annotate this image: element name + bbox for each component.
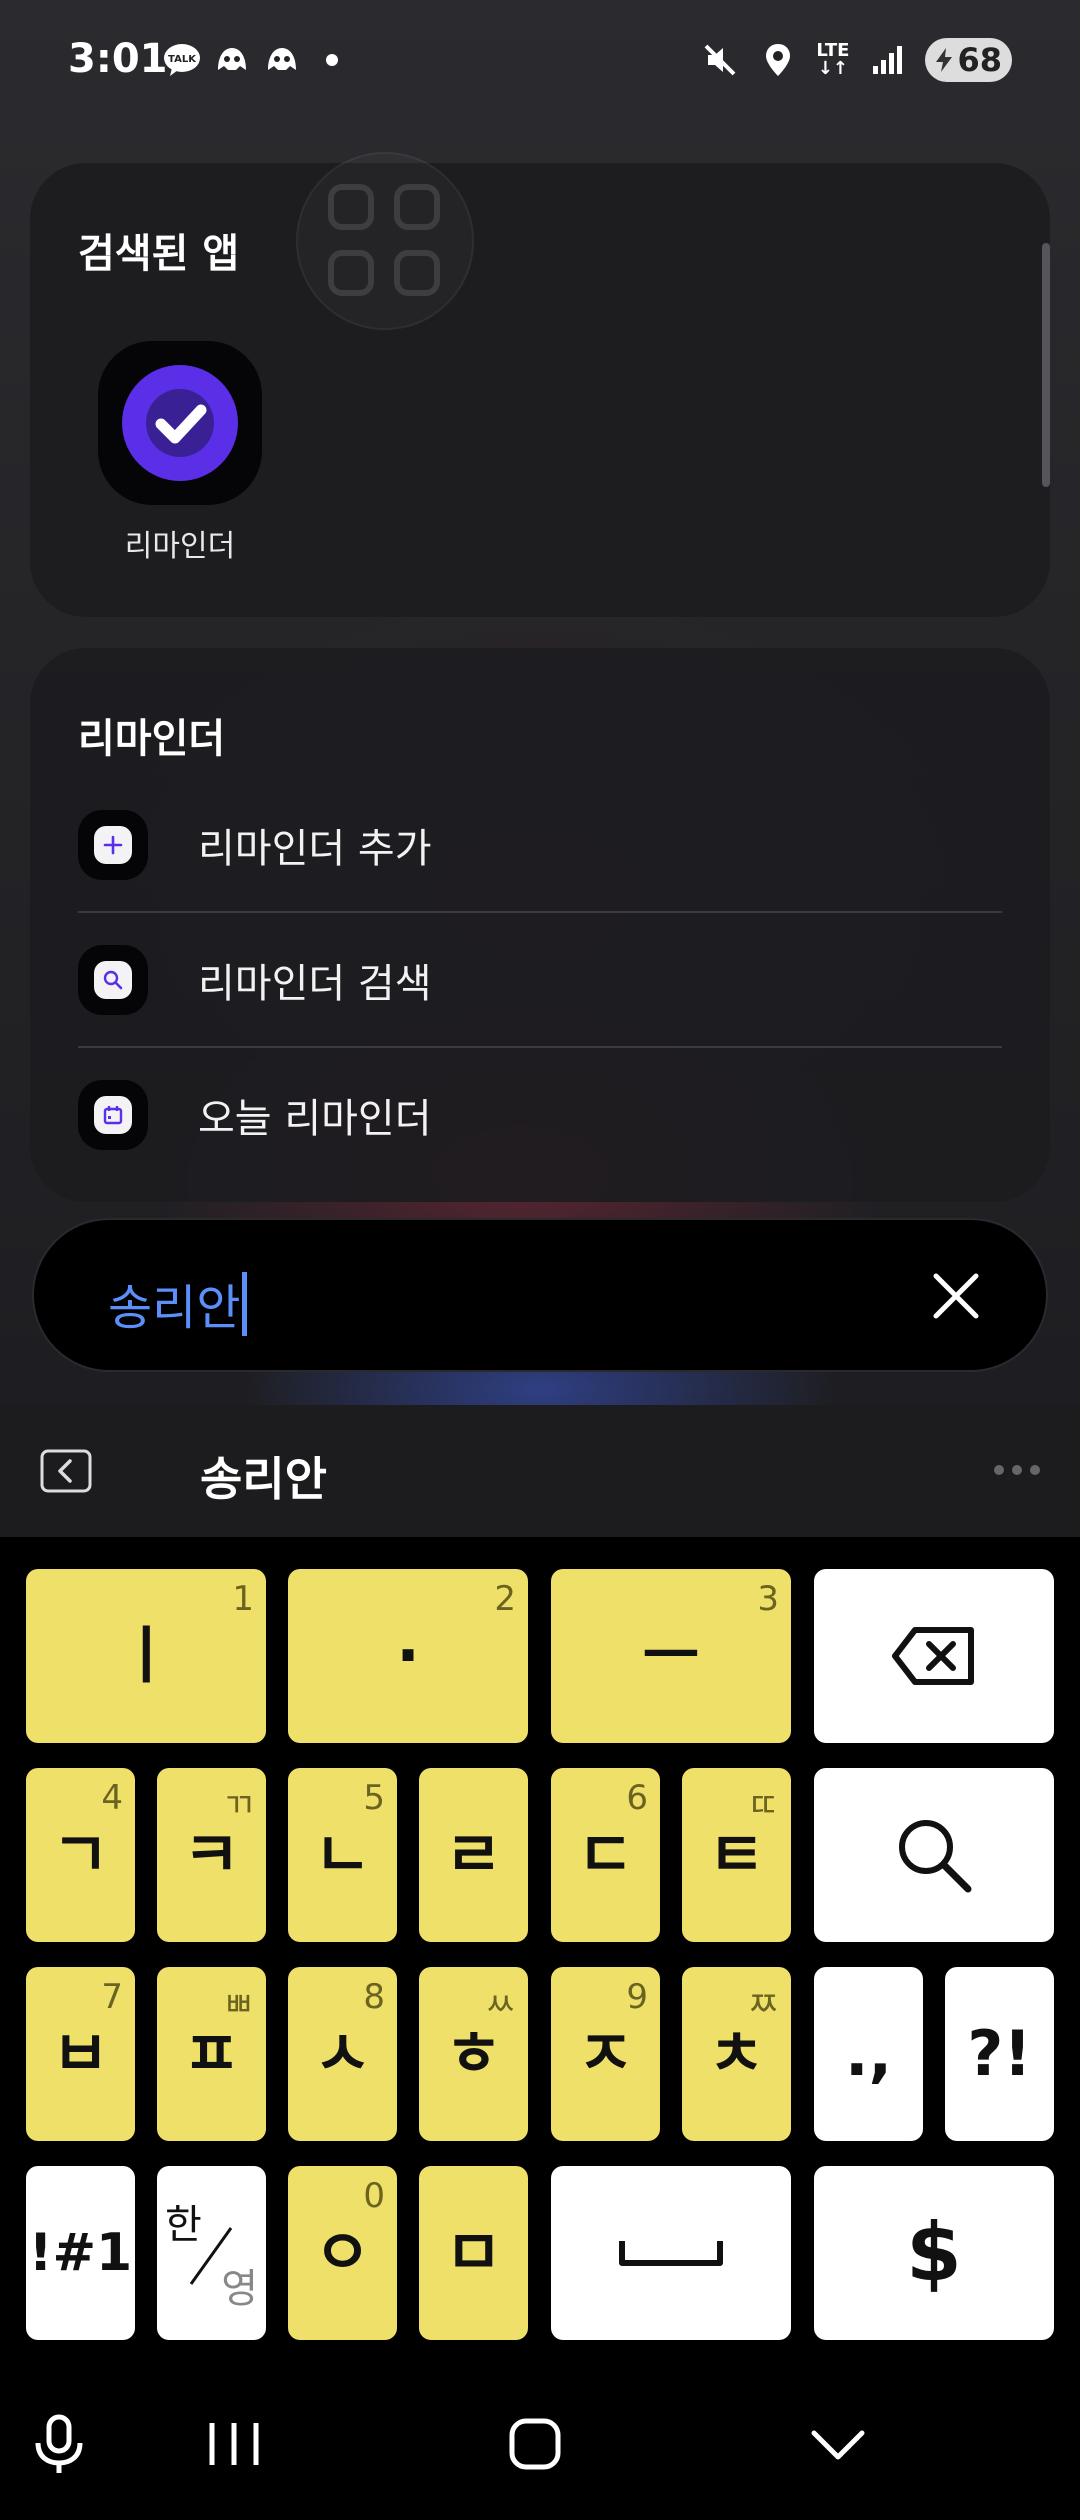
- reminder-today-label: 오늘 리마인더: [198, 1096, 432, 1142]
- navigation-bar: [0, 2367, 1080, 2520]
- status-right-icons: LTE ↓↑ 68: [700, 38, 1012, 82]
- reminder-add-action[interactable]: 리마인더 추가: [78, 778, 1002, 912]
- exclaim-key[interactable]: ?!: [945, 1967, 1054, 2141]
- searched-apps-title: 검색된 앱: [78, 231, 240, 277]
- more-icon[interactable]: [994, 1465, 1040, 1475]
- search-key[interactable]: [814, 1768, 1054, 1942]
- suggestion-word[interactable]: 송리안: [200, 1443, 327, 1509]
- key-tieut[interactable]: ㅌㄸ: [682, 1768, 791, 1942]
- reminder-card: 리마인더 리마인더 추가 리마인더 검색 오늘 리마인더: [30, 648, 1050, 1202]
- key-kieuk[interactable]: ㅋㄲ: [157, 1768, 266, 1942]
- svg-text:TALK: TALK: [168, 54, 197, 65]
- reminder-check-icon: [122, 365, 238, 481]
- text-cursor: [242, 1272, 248, 1336]
- punctuation-key[interactable]: .,: [814, 1967, 923, 2141]
- space-key[interactable]: [551, 2166, 791, 2340]
- backspace-icon: [892, 1627, 974, 1685]
- key-dot[interactable]: · 2: [288, 1569, 528, 1743]
- key-rieul[interactable]: ㄹ: [419, 1768, 528, 1942]
- key-pieup[interactable]: ㅍㅃ: [157, 1967, 266, 2141]
- recent-apps-icon[interactable]: [206, 2419, 262, 2469]
- plus-icon: [78, 810, 148, 880]
- status-time: 3:01: [68, 36, 168, 82]
- signal-icon: [873, 46, 903, 74]
- key-ieung[interactable]: ㅇ0: [288, 2166, 397, 2340]
- key-chieut[interactable]: ㅊㅉ: [682, 1967, 791, 2141]
- key-bieup[interactable]: ㅂ7: [26, 1967, 135, 2141]
- calendar-icon: [78, 1080, 148, 1150]
- app-drawer-icon: [296, 152, 474, 330]
- key-siot[interactable]: ㅅ8: [288, 1967, 397, 2141]
- close-icon[interactable]: [926, 1266, 986, 1326]
- search-icon: [78, 945, 148, 1015]
- key-digeut[interactable]: ㄷ6: [551, 1768, 660, 1942]
- lte-icon: LTE ↓↑: [816, 40, 850, 79]
- space-icon: [619, 2241, 723, 2266]
- microphone-icon[interactable]: [30, 2413, 88, 2477]
- talk-icon: TALK: [164, 44, 200, 76]
- status-bar: 3:01 TALK LTE ↓↑ 68: [0, 0, 1080, 120]
- keyboard-suggestion-bar: 송리안: [0, 1405, 1080, 1537]
- notification-icons: TALK: [162, 40, 352, 80]
- reminder-card-title: 리마인더: [78, 716, 226, 762]
- scrollbar[interactable]: [1042, 243, 1050, 487]
- chevron-left-icon[interactable]: [40, 1449, 92, 1493]
- home-icon[interactable]: [508, 2417, 562, 2471]
- chevron-down-icon[interactable]: [810, 2427, 866, 2463]
- key-mieum[interactable]: ㅁ: [419, 2166, 528, 2340]
- reminder-add-label: 리마인더 추가: [198, 826, 432, 872]
- discord-icon: [218, 48, 246, 70]
- location-icon: [766, 44, 791, 76]
- search-bar[interactable]: 송리안: [32, 1218, 1048, 1372]
- app-reminder[interactable]: [98, 341, 262, 505]
- battery-icon: 68: [925, 38, 1012, 82]
- backspace-button[interactable]: [814, 1569, 1054, 1743]
- currency-key[interactable]: $: [814, 2166, 1054, 2340]
- key-jieut[interactable]: ㅈ9: [551, 1967, 660, 2141]
- discord-icon: [268, 48, 296, 70]
- dot-icon: [326, 54, 338, 66]
- key-horizontal[interactable]: ㅡ3: [551, 1569, 791, 1743]
- search-input[interactable]: 송리안: [108, 1268, 248, 1338]
- key-nieun[interactable]: ㄴ5: [288, 1768, 397, 1942]
- searched-apps-card: 검색된 앱 리마인더: [30, 163, 1050, 617]
- symbols-key[interactable]: !#1: [26, 2166, 135, 2340]
- language-switch-key[interactable]: 한 영: [157, 2166, 266, 2340]
- app-label: 리마인더: [124, 529, 236, 564]
- reminder-search-label: 리마인더 검색: [198, 961, 432, 1007]
- key-hieut[interactable]: ㅎㅆ: [419, 1967, 528, 2141]
- mute-icon: [704, 44, 736, 76]
- reminder-today-action[interactable]: 오늘 리마인더: [78, 1048, 1002, 1182]
- key-giyeok[interactable]: ㄱ4: [26, 1768, 135, 1942]
- keyboard: ㅣ1 · 2 ㅡ3 ㄱ4 ㅋㄲ ㄴ5 ㄹ ㄷ6 ㅌㄸ ㅂ7 ㅍㅃ ㅅ8 ㅎㅆ ㅈ9…: [0, 1537, 1080, 2367]
- reminder-search-action[interactable]: 리마인더 검색: [78, 913, 1002, 1047]
- key-vertical[interactable]: ㅣ1: [26, 1569, 266, 1743]
- search-icon: [899, 1820, 972, 1893]
